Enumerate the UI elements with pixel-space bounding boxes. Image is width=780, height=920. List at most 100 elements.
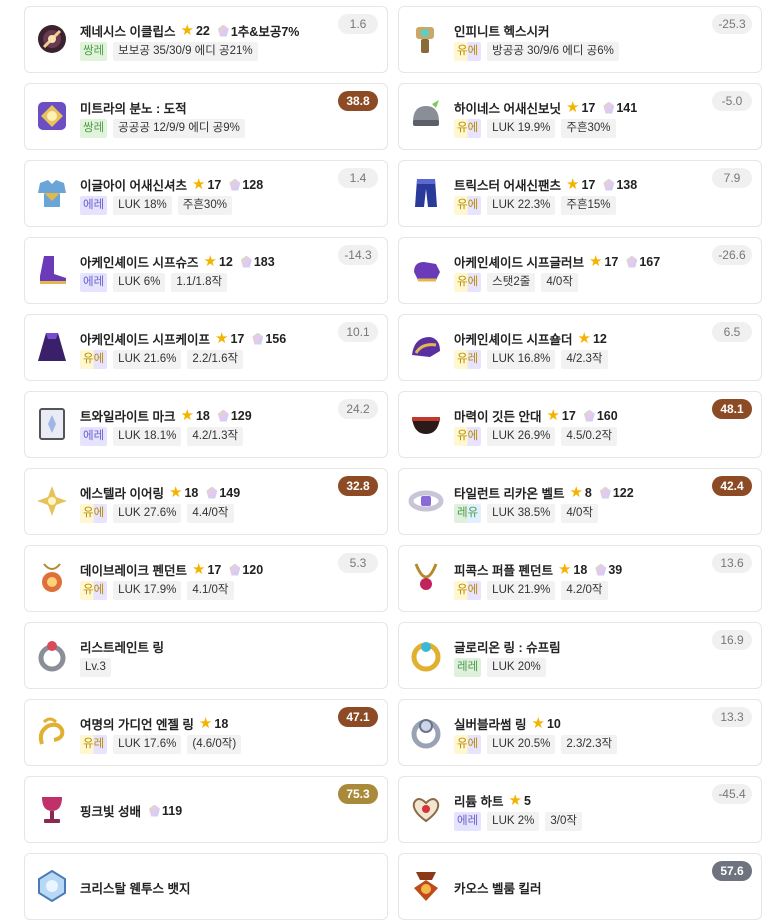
equipment-card-20[interactable]: 실버블라썸 링 ★ 10 유에 LUK 20.5% 2.3/2.3작 13.3 xyxy=(398,699,762,766)
item-name-row: 미트라의 분노 : 도적 ★ xyxy=(80,98,187,117)
item-name-row: 실버블라썸 링 ★ 10 xyxy=(454,714,561,733)
gem-icon xyxy=(148,804,160,817)
grade-tag: 에레 xyxy=(454,812,482,831)
option-tag: LUK 16.8% xyxy=(487,350,556,369)
score-badge: 1.6 xyxy=(338,14,378,34)
score-badge: 42.4 xyxy=(712,476,752,496)
equipment-card-9[interactable]: 아케인셰이드 시프케이프 ★ 17 156 유에 LUK 21.6% 2.2/1.6… xyxy=(24,314,388,381)
gem-icon xyxy=(229,563,241,576)
equipment-card-14[interactable]: 타일런트 리카온 벨트 ★ 8 122 레유 LUK 38.5% 4/0작 42.4 xyxy=(398,468,762,535)
star-icon: ★ xyxy=(191,561,206,578)
item-name: 에스텔라 이어링 xyxy=(80,487,164,501)
option-tags: Lv.3 xyxy=(80,658,111,677)
option-tag: LUK 38.5% xyxy=(487,504,556,523)
item-name: 데이브레이크 펜던트 xyxy=(80,564,187,578)
equipment-card-5[interactable]: 이글아이 어새신셔츠 ★ 17 128 에레 LUK 18% 주흔30% 1.4 xyxy=(24,160,388,227)
item-name: 하이네스 어새신보닛 xyxy=(454,102,561,116)
option-tag: 3/0작 xyxy=(545,812,582,831)
option-tags: 에레 LUK 18% 주흔30% xyxy=(80,196,232,215)
item-name: 트와일라이트 마크 xyxy=(80,410,176,424)
star-icon: ★ xyxy=(180,22,194,39)
equipment-card-22[interactable]: 리튬 하트 ★ 5 에레 LUK 2% 3/0작 -45.4 xyxy=(398,776,762,843)
star-icon: ★ xyxy=(508,792,522,809)
option-tags: 에레 LUK 2% 3/0작 xyxy=(454,812,582,831)
option-tags: 유에 스탯2줄 4/0작 xyxy=(454,273,578,292)
option-tags: 유에 LUK 19.9% 주흔30% xyxy=(454,119,616,138)
equipment-card-13[interactable]: 에스텔라 이어링 ★ 18 149 유에 LUK 27.6% 4.4/0작 32.8 xyxy=(24,468,388,535)
option-tag: LUK 21.9% xyxy=(487,581,556,600)
item-name-row: 아케인셰이드 시프글러브 ★ 17 167 xyxy=(454,252,660,271)
grade-tag: 유에 xyxy=(454,119,482,138)
gem-icon xyxy=(599,486,611,499)
option-tag: 스탯2줄 xyxy=(487,273,536,292)
emblem-icon xyxy=(34,98,70,134)
option-tags: 유에 LUK 20.5% 2.3/2.3작 xyxy=(454,735,618,754)
starforce-value: 22 xyxy=(195,23,210,38)
gem-icon xyxy=(240,255,252,268)
star-icon: ★ xyxy=(203,253,217,270)
equipment-card-11[interactable]: 트와일라이트 마크 ★ 18 129 에레 LUK 18.1% 4.2/1.3작 2… xyxy=(24,391,388,458)
option-tag: LUK 19.9% xyxy=(487,119,556,138)
starforce-value: 12 xyxy=(218,254,233,269)
starforce-value: 18 xyxy=(573,562,588,577)
equipment-card-2[interactable]: 인피니트 헥스시커 ★ 유에 방공공 30/9/6 에디 공6% -25.3 xyxy=(398,6,762,73)
earring-icon xyxy=(34,483,70,519)
equipment-card-4[interactable]: 하이네스 어새신보닛 ★ 17 141 유에 LUK 19.9% 주흔30% -5.… xyxy=(398,83,762,150)
equipment-card-1[interactable]: 제네시스 이클립스 ★ 22 1추&보공7% 쌍레 보보공 35/30/9 에디 … xyxy=(24,6,388,73)
option-tag: 4/0작 xyxy=(541,273,578,292)
helmet-icon xyxy=(408,98,444,134)
option-tag: 주흔30% xyxy=(177,196,232,215)
equipment-card-23[interactable]: 크리스탈 웬투스 뱃지 ★ xyxy=(24,853,388,920)
starforce-value: 17 xyxy=(207,562,222,577)
score-badge: 24.2 xyxy=(338,399,378,419)
equipment-card-19[interactable]: 여명의 가디언 엔젤 링 ★ 18 유레 LUK 17.6% (4.6/0작) 47… xyxy=(24,699,388,766)
option-tag: 4.2/0작 xyxy=(561,581,608,600)
score-badge: 13.3 xyxy=(712,707,752,727)
star-icon: ★ xyxy=(565,176,580,193)
equipment-card-6[interactable]: 트릭스터 어새신팬츠 ★ 17 138 유에 LUK 22.3% 주흔15% 7.9 xyxy=(398,160,762,227)
option-tag: 주흔30% xyxy=(561,119,616,138)
starforce: ★ 18 xyxy=(167,485,198,500)
equipment-card-3[interactable]: 미트라의 분노 : 도적 ★ 쌍레 공공공 12/9/9 에디 공9% 38.8 xyxy=(24,83,388,150)
item-name-row: 아케인셰이드 시프숄더 ★ 12 xyxy=(454,329,607,348)
equipment-card-17[interactable]: 리스트레인트 링 ★ Lv.3 xyxy=(24,622,388,689)
angel-ring-icon xyxy=(34,714,70,750)
option-tag: LUK 18.1% xyxy=(113,427,182,446)
score-badge: 47.1 xyxy=(338,707,378,727)
item-name: 이글아이 어새신셔츠 xyxy=(80,179,187,193)
equipment-card-8[interactable]: 아케인셰이드 시프글러브 ★ 17 167 유에 스탯2줄 4/0작 -26.6 xyxy=(398,237,762,304)
equipment-card-18[interactable]: 글로리온 링 : 슈프림 ★ 레레 LUK 20% 16.9 xyxy=(398,622,762,689)
equipment-card-21[interactable]: 핑크빛 성배 ★ 119 75.3 xyxy=(24,776,388,843)
item-name: 리스트레인트 링 xyxy=(80,641,164,655)
option-tag: 4.5/0.2작 xyxy=(561,427,618,446)
equipment-card-15[interactable]: 데이브레이크 펜던트 ★ 17 120 유에 LUK 17.9% 4.1/0작 5.… xyxy=(24,545,388,612)
equipment-card-12[interactable]: 마력이 깃든 안대 ★ 17 160 유에 LUK 26.9% 4.5/0.2작 4… xyxy=(398,391,762,458)
equipment-card-16[interactable]: 피콕스 퍼플 펜던트 ★ 18 39 유에 LUK 21.9% 4.2/0작 13.… xyxy=(398,545,762,612)
potential: 1추&보공7% xyxy=(213,21,299,40)
option-tag: LUK 17.6% xyxy=(113,735,182,754)
starforce-value: 5 xyxy=(523,793,531,808)
potential: 39 xyxy=(590,563,622,577)
chalice-icon xyxy=(34,791,70,827)
option-tags: 유에 LUK 22.3% 주흔15% xyxy=(454,196,616,215)
equipment-card-24[interactable]: 카오스 벨룸 킬러 ★ 57.6 xyxy=(398,853,762,920)
item-name-row: 카오스 벨룸 킬러 ★ xyxy=(454,878,541,897)
option-tag: 4.4/0작 xyxy=(187,504,234,523)
belt-icon xyxy=(408,483,444,519)
item-name-row: 글로리온 링 : 슈프림 ★ xyxy=(454,637,561,656)
equipment-card-10[interactable]: 아케인셰이드 시프숄더 ★ 12 유레 LUK 16.8% 4/2.3작 6.5 xyxy=(398,314,762,381)
gem-icon xyxy=(229,178,241,191)
item-name: 피콕스 퍼플 펜던트 xyxy=(454,564,553,578)
option-tag: 1.1/1.8작 xyxy=(171,273,228,292)
grade-tag: 유에 xyxy=(454,735,482,754)
equipment-card-7[interactable]: 아케인셰이드 시프슈즈 ★ 12 183 에레 LUK 6% 1.1/1.8작 -1… xyxy=(24,237,388,304)
score-badge: 48.1 xyxy=(712,399,752,419)
gem-icon xyxy=(603,178,615,191)
gem-icon xyxy=(595,563,607,576)
star-icon: ★ xyxy=(180,407,194,424)
option-tags: 에레 LUK 18.1% 4.2/1.3작 xyxy=(80,427,244,446)
score-badge: 1.4 xyxy=(338,168,378,188)
option-tags: 유에 LUK 21.6% 2.2/1.6작 xyxy=(80,350,244,369)
score-badge: -25.3 xyxy=(712,14,752,34)
item-name-row: 이글아이 어새신셔츠 ★ 17 128 xyxy=(80,175,263,194)
